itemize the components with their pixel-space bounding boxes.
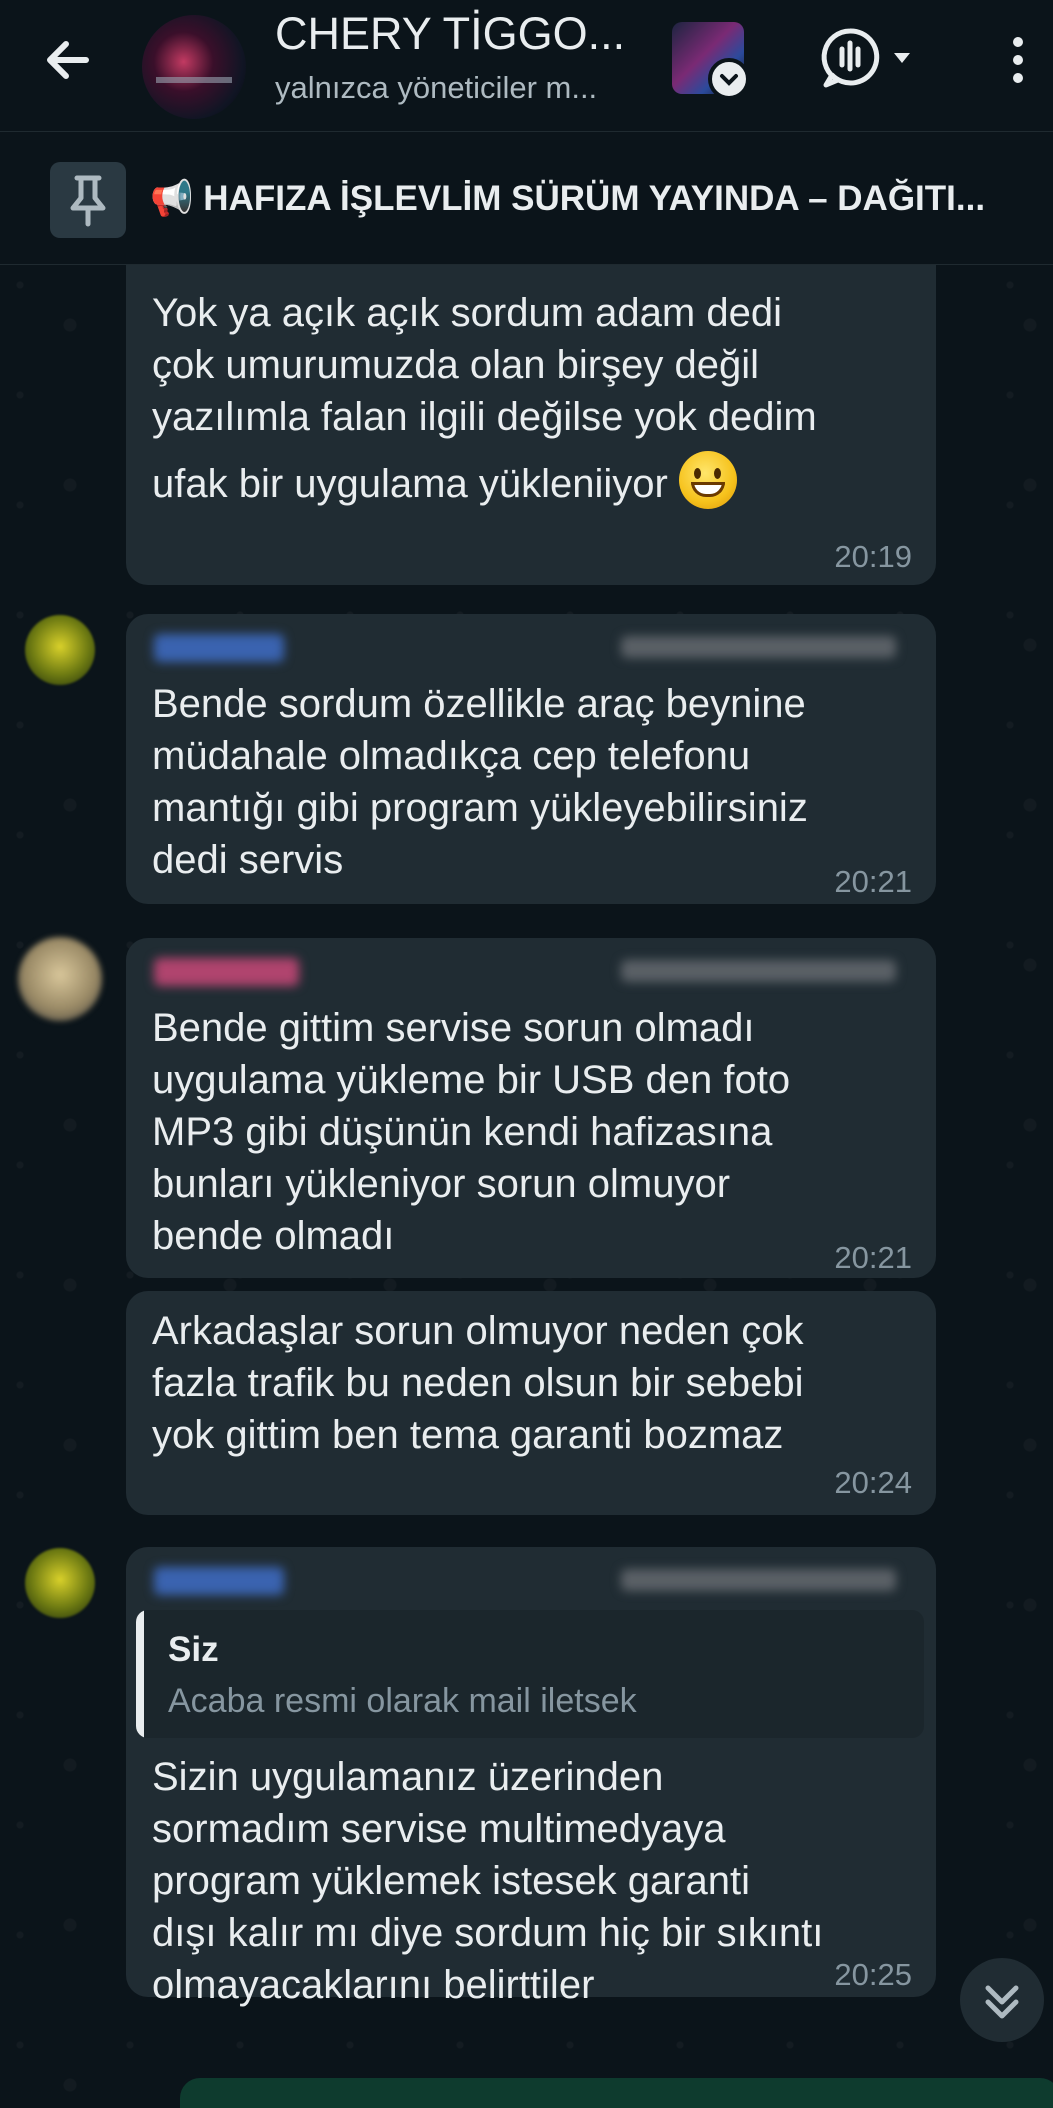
grinning-face-icon [678,451,737,509]
message-line: mantığı gibi program yükleyebilirsiniz [152,786,808,830]
message-line: dedi servis [152,838,344,882]
message-bubble[interactable]: Arkadaşlar sorun olmuyor neden çok fazla… [126,1291,936,1515]
voice-chat-icon [821,28,910,88]
message-time: 20:21 [834,1240,912,1275]
more-vert-icon [1013,37,1023,83]
chat-area: Yok ya açık açık sordum adam dedi çok um… [0,265,1053,2108]
next-message-edge [180,2078,1053,2108]
message-bubble[interactable]: Siz Acaba resmi olarak mail iletsek Sizi… [126,1547,936,2007]
sender-avatar[interactable] [25,615,95,685]
message-bubble[interactable]: Yok ya açık açık sordum adam dedi çok um… [126,265,936,585]
message-time: 20:19 [834,539,912,574]
check-badge-icon [708,58,750,100]
message-line: Sizin uygulamanız üzerinden [152,1755,664,1799]
double-chevron-down-icon [985,1985,1019,2019]
back-button[interactable] [38,30,98,90]
message-line: Bende sordum özellikle araç beynine [152,682,806,726]
message-bubble[interactable]: Bende gittim servise sorun olmadı uygula… [126,938,936,1278]
message-line: fazla trafik bu neden olsun bir sebebi [152,1361,804,1405]
message-line: müdahale olmadıkça cep telefonu [152,734,751,778]
sender-avatar[interactable] [18,937,102,1021]
message-line: bunları yükleniyor sorun olmuyor [152,1162,731,1206]
message-line: olmayacaklarını belirttiler [152,1963,595,2007]
message-bubble[interactable]: Bende sordum özellikle araç beynine müda… [126,614,936,904]
scroll-to-bottom-button[interactable] [960,1958,1044,2042]
message-line: uygulama yükleme bir USB den foto [152,1058,791,1102]
pinned-message-bar[interactable]: 📢 HAFIZA İŞLEVLİM SÜRÜM YAYINDA – DAĞITI… [0,132,1053,265]
voice-chat-button[interactable] [818,25,918,91]
group-avatar[interactable] [142,15,246,119]
message-line: MP3 gibi düşünün kendi hafizasına [152,1110,773,1154]
message-line: program yüklemek istesek garanti [152,1859,751,1903]
more-options-button[interactable] [998,30,1038,90]
message-line: yok gittim ben tema garanti bozmaz [152,1413,784,1457]
message-line: Arkadaşlar sorun olmuyor neden çok [152,1309,804,1353]
chat-title[interactable]: CHERY TİGGO... [275,8,625,60]
message-line: Bende gittim servise sorun olmadı [152,1006,755,1050]
message-line: yazılımla falan ilgili değilse yok dedim [152,395,817,439]
pin-icon [50,162,126,238]
message-time: 20:21 [834,864,912,899]
pinned-message-text: 📢 HAFIZA İŞLEVLİM SÜRÜM YAYINDA – DAĞITI… [150,179,986,218]
quoted-message[interactable]: Siz Acaba resmi olarak mail iletsek [136,1610,924,1738]
sender-name [154,958,299,986]
message-line: ufak bir uygulama yükleniiyor [152,462,668,506]
sender-phone [621,1569,896,1591]
message-line: çok umurumuzda olan birşey değil [152,343,759,387]
sender-avatar[interactable] [25,1548,95,1618]
quoted-author: Siz [168,1630,219,1669]
message-line: dışı kalır mı diye sordum hiç bir sıkınt… [152,1911,824,1955]
message-time: 20:24 [834,1465,912,1500]
arrow-left-icon [47,41,89,79]
message-line: Yok ya açık açık sordum adam dedi [152,291,782,335]
quoted-text: Acaba resmi olarak mail iletsek [168,1682,637,1720]
sender-phone [621,960,896,982]
chat-subtitle[interactable]: yalnızca yöneticiler m... [275,70,597,106]
message-time: 20:25 [834,1957,912,1992]
sender-name [154,634,284,662]
sender-name [154,1567,284,1595]
message-line: sormadım servise multimedyaya [152,1807,726,1851]
message-line: bende olmadı [152,1214,395,1258]
sender-phone [621,636,896,658]
chat-header: CHERY TİGGO... yalnızca yöneticiler m... [0,0,1053,132]
